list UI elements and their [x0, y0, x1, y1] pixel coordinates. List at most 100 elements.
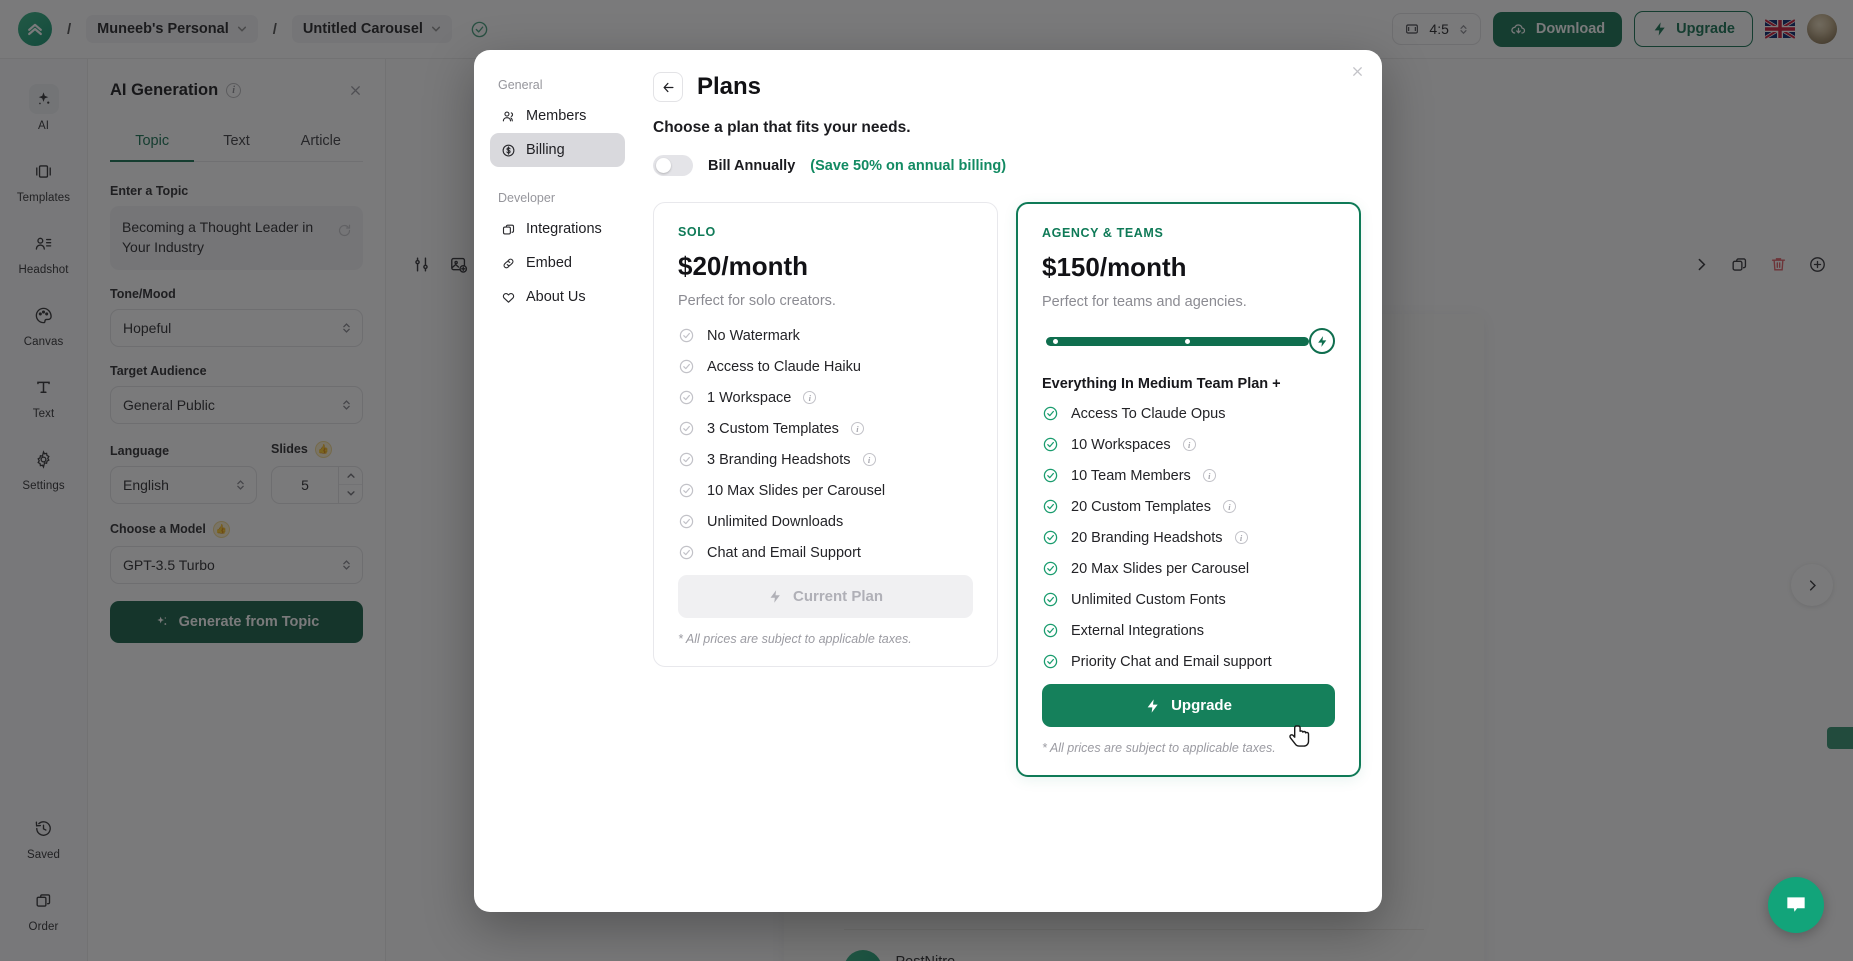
- info-icon[interactable]: i: [1182, 438, 1196, 451]
- plan-feature-label: Chat and Email Support: [707, 544, 861, 561]
- check-circle-icon: [1042, 622, 1059, 639]
- sidebar-item-label: Billing: [526, 142, 565, 158]
- slider-step-dot: [1185, 339, 1190, 344]
- plan-feature: Access to Claude Haiku: [678, 358, 973, 375]
- arrow-left-icon: [663, 82, 673, 92]
- info-icon[interactable]: i: [803, 391, 817, 404]
- sidebar-item-billing[interactable]: Billing: [490, 133, 625, 167]
- plan-feature: 3 Custom Templates i: [678, 420, 973, 437]
- plan-feature-label: 20 Max Slides per Carousel: [1071, 560, 1250, 577]
- sidebar-item-label: Members: [526, 108, 587, 124]
- back-button[interactable]: [653, 72, 683, 102]
- info-icon[interactable]: i: [850, 422, 864, 435]
- sidebar-item-label: About Us: [526, 289, 586, 305]
- bolt-icon: [1147, 698, 1158, 713]
- check-circle-icon: [1042, 653, 1059, 670]
- check-circle-icon: [678, 389, 695, 406]
- check-circle-icon: [1042, 560, 1059, 577]
- modal-sidebar: General Members Billing Developer Integr…: [474, 50, 639, 912]
- info-icon[interactable]: i: [862, 453, 876, 466]
- check-circle-icon: [678, 513, 695, 530]
- plan-feature: 20 Custom Templates i: [1042, 498, 1335, 515]
- dollar-circle-icon: [500, 142, 516, 158]
- plan-description: Perfect for solo creators.: [678, 293, 836, 309]
- check-circle-icon: [678, 451, 695, 468]
- sidebar-group-label: General: [498, 78, 543, 92]
- plan-feature-label: 10 Max Slides per Carousel: [707, 482, 886, 499]
- plan-feature: No Watermark: [678, 327, 973, 344]
- plan-feature: 10 Team Members i: [1042, 467, 1335, 484]
- plan-feature-label: Access To Claude Opus: [1071, 405, 1226, 422]
- tax-note: * All prices are subject to applicable t…: [1042, 741, 1276, 755]
- plan-feature-label: No Watermark: [707, 327, 800, 344]
- plan-feature: 20 Max Slides per Carousel: [1042, 560, 1335, 577]
- plan-feature: Unlimited Custom Fonts: [1042, 591, 1335, 608]
- bolt-icon: [770, 590, 780, 603]
- check-circle-icon: [1042, 591, 1059, 608]
- plan-feature-label: 10 Team Members: [1071, 467, 1191, 484]
- sidebar-item-integrations[interactable]: Integrations: [490, 212, 625, 246]
- check-circle-icon: [678, 420, 695, 437]
- check-circle-icon: [1042, 467, 1059, 484]
- annual-save-note: (Save 50% on annual billing): [810, 157, 1007, 174]
- check-circle-icon: [678, 358, 695, 375]
- plan-feature: Priority Chat and Email support: [1042, 653, 1335, 670]
- upgrade-plan-button[interactable]: Upgrade: [1042, 684, 1335, 727]
- modal-main: Plans Choose a plan that fits your needs…: [639, 50, 1382, 912]
- check-circle-icon: [678, 327, 695, 344]
- plan-feature-label: 20 Custom Templates: [1071, 498, 1211, 515]
- plan-feature: 10 Workspaces i: [1042, 436, 1335, 453]
- check-circle-icon: [1042, 498, 1059, 515]
- sidebar-item-embed[interactable]: Embed: [490, 246, 625, 280]
- copy-blocks-icon: [500, 221, 516, 237]
- check-circle-icon: [678, 482, 695, 499]
- plan-feature: Access To Claude Opus: [1042, 405, 1335, 422]
- plan-tag: SOLO: [678, 225, 716, 239]
- plan-feature-label: 10 Workspaces: [1071, 436, 1171, 453]
- plan-feature-label: Unlimited Downloads: [707, 513, 844, 530]
- plan-feature-label: Access to Claude Haiku: [707, 358, 861, 375]
- sidebar-item-about-us[interactable]: About Us: [490, 280, 625, 314]
- info-icon[interactable]: i: [1222, 500, 1236, 513]
- plan-card-agency-teams: AGENCY & TEAMS $150/month Perfect for te…: [1016, 202, 1361, 777]
- bill-annually-toggle[interactable]: [653, 155, 693, 176]
- plan-price: $20/month: [678, 251, 809, 281]
- plan-feature: 3 Branding Headshots i: [678, 451, 973, 468]
- plans-list: SOLO $20/month Perfect for solo creators…: [653, 202, 1361, 777]
- sidebar-item-label: Integrations: [526, 221, 602, 237]
- heart-icon: [500, 289, 516, 305]
- toggle-knob: [656, 158, 671, 173]
- annual-billing-row: Bill Annually (Save 50% on annual billin…: [653, 155, 1352, 176]
- plan-card-solo: SOLO $20/month Perfect for solo creators…: [653, 202, 998, 667]
- check-circle-icon: [1042, 405, 1059, 422]
- upgrade-plan-label: Upgrade: [1171, 697, 1232, 714]
- plan-feature-label: 3 Branding Headshots: [707, 451, 851, 468]
- plan-feature-label: 3 Custom Templates: [707, 420, 839, 437]
- plan-feature: Chat and Email Support: [678, 544, 973, 561]
- plan-feature: 10 Max Slides per Carousel: [678, 482, 973, 499]
- modal-subtitle: Choose a plan that fits your needs.: [653, 119, 911, 136]
- close-icon[interactable]: [1350, 64, 1365, 79]
- plan-description: Perfect for teams and agencies.: [1042, 294, 1247, 310]
- plan-tier-slider[interactable]: [1042, 328, 1335, 354]
- chat-support-button[interactable]: [1768, 877, 1824, 933]
- plan-feature-label: 20 Branding Headshots: [1071, 529, 1223, 546]
- bolt-icon: [1317, 335, 1326, 347]
- sidebar-item-label: Embed: [526, 255, 572, 271]
- link-icon: [500, 255, 516, 271]
- plan-feature: Unlimited Downloads: [678, 513, 973, 530]
- slider-track: [1046, 337, 1309, 346]
- info-icon[interactable]: i: [1202, 469, 1216, 482]
- plan-feature-label: Unlimited Custom Fonts: [1071, 591, 1226, 608]
- sidebar-item-members[interactable]: Members: [490, 99, 625, 133]
- plan-features-heading: Everything In Medium Team Plan +: [1042, 376, 1281, 392]
- current-plan-button: Current Plan: [678, 575, 973, 618]
- slider-step-dot: [1053, 339, 1058, 344]
- plan-feature: 20 Branding Headshots i: [1042, 529, 1335, 546]
- chat-bubble-icon: [1787, 897, 1805, 912]
- current-plan-label: Current Plan: [792, 588, 883, 605]
- tax-note: * All prices are subject to applicable t…: [678, 632, 912, 646]
- modal-header: Plans: [653, 72, 1352, 102]
- info-icon[interactable]: i: [1234, 531, 1248, 544]
- slider-handle[interactable]: [1309, 328, 1335, 354]
